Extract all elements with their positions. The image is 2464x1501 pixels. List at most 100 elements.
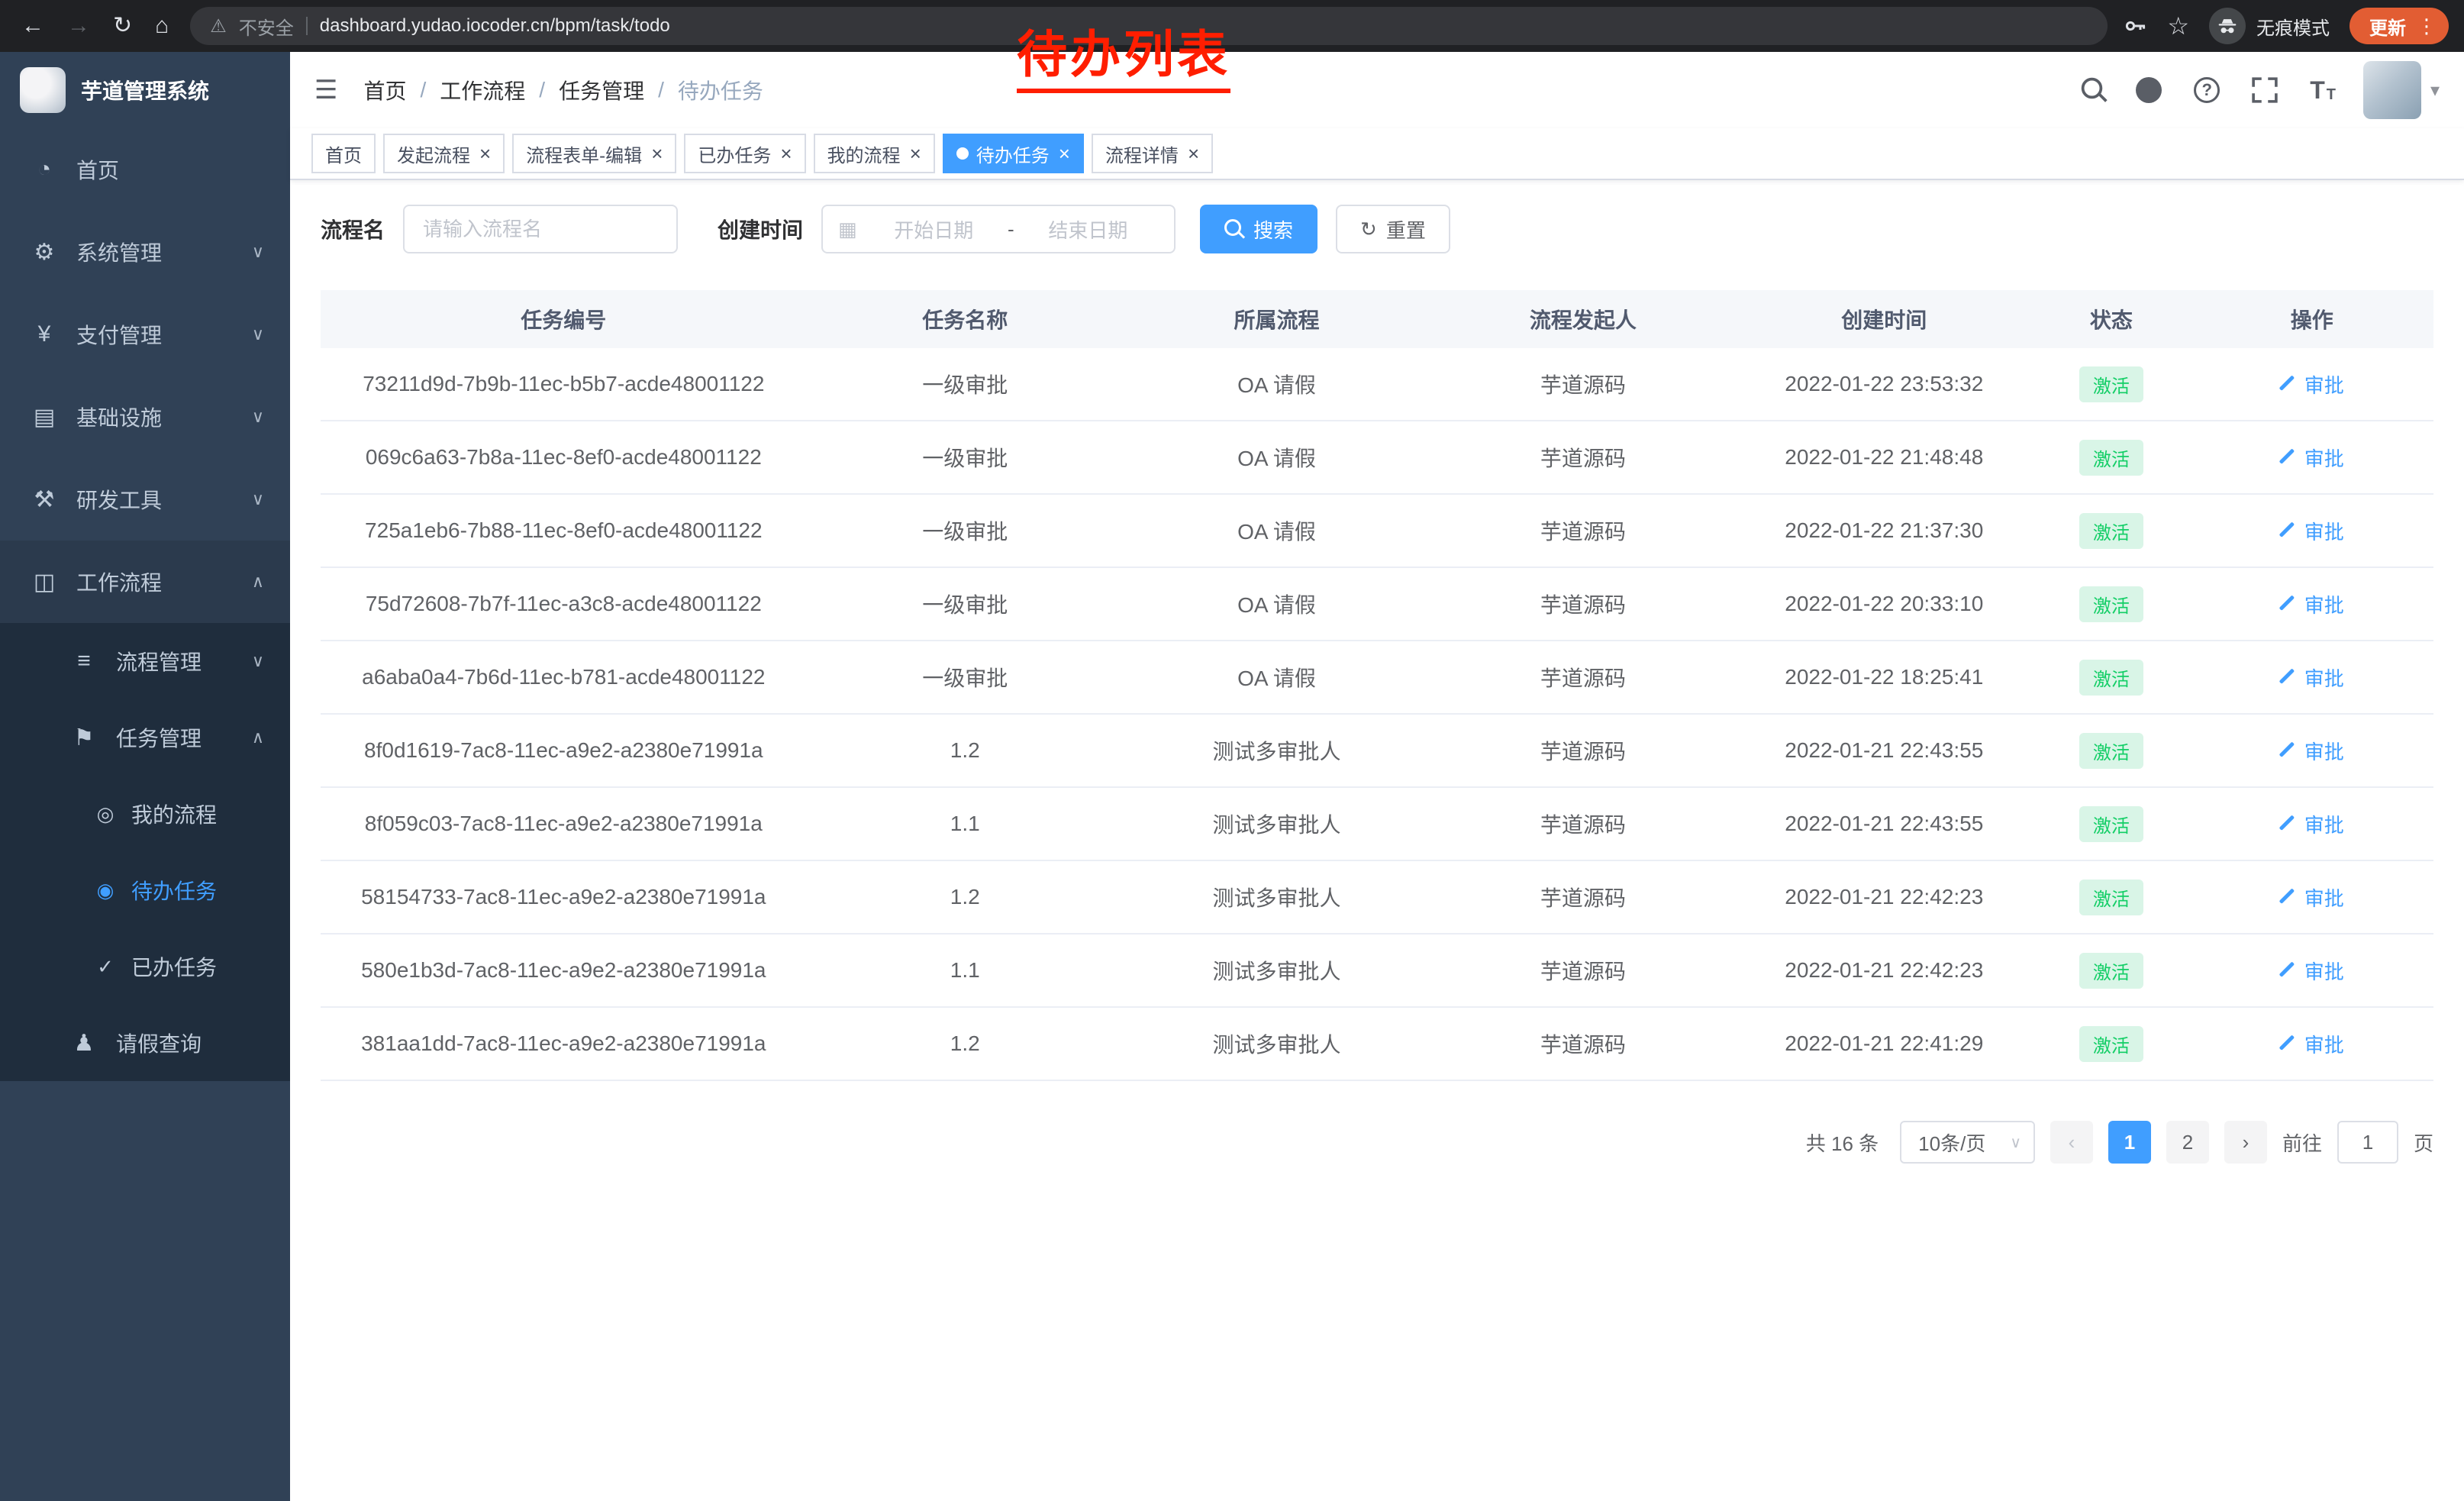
- sidebar-item-label: 支付管理: [76, 319, 162, 350]
- sidebar: 芋道管理系统 ◔首页⚙系统管理∨¥支付管理∨▤基础设施∨⚒研发工具∨◫工作流程∧…: [0, 52, 290, 1501]
- cell-status: 激活: [2032, 1026, 2191, 1062]
- approve-label: 审批: [2304, 737, 2344, 765]
- my-process-icon: ◎: [92, 802, 119, 826]
- warning-icon: ⚠: [210, 15, 227, 37]
- sidebar-item-devtools[interactable]: ⚒研发工具∨: [0, 458, 290, 541]
- approve-label: 审批: [2304, 370, 2344, 399]
- breadcrumb-separator: /: [539, 78, 545, 102]
- search-button[interactable]: 搜索: [1200, 205, 1317, 253]
- approve-link[interactable]: 审批: [2280, 663, 2344, 692]
- approve-link[interactable]: 审批: [2280, 517, 2344, 545]
- date-range-picker[interactable]: ▦ 开始日期 - 结束日期: [821, 205, 1176, 253]
- task-table: 任务编号任务名称所属流程流程发起人创建时间状态操作 73211d9d-7b9b-…: [321, 290, 2433, 1081]
- github-icon[interactable]: [2136, 77, 2162, 103]
- approve-link[interactable]: 审批: [2280, 370, 2344, 399]
- approve-link[interactable]: 审批: [2280, 883, 2344, 912]
- status-badge: 激活: [2079, 880, 2143, 915]
- tab[interactable]: 发起流程×: [383, 134, 505, 173]
- chevron-down-icon: ∨: [2010, 1133, 2021, 1152]
- chevron-down-icon: ∨: [252, 489, 264, 509]
- close-icon[interactable]: ×: [910, 144, 921, 163]
- approve-link[interactable]: 审批: [2280, 957, 2344, 985]
- table-row: 381aa1dd-7ac8-11ec-a9e2-a2380e71991a1.2测…: [321, 1008, 2433, 1081]
- browser-chrome: ←→↻⌂ ⚠ 不安全 dashboard.yudao.iocoder.cn/bp…: [0, 0, 2464, 52]
- back-icon[interactable]: ←: [21, 15, 44, 37]
- cell-task-name: 1.2: [807, 885, 1124, 909]
- sidebar-item-workflow[interactable]: ◫工作流程∧: [0, 541, 290, 623]
- content: 流程名 创建时间 ▦ 开始日期 - 结束日期 搜索 ↻: [290, 180, 2464, 1194]
- sidebar-item-dashboard[interactable]: ◔首页: [0, 128, 290, 211]
- reset-button[interactable]: ↻ 重置: [1336, 205, 1450, 253]
- user-menu[interactable]: ▾: [2363, 61, 2440, 119]
- search-icon[interactable]: [2084, 80, 2104, 100]
- todo-task-icon: ◉: [92, 879, 119, 902]
- page-size-select[interactable]: 10条/页 ∨: [1900, 1121, 2035, 1164]
- prev-page-button[interactable]: ‹: [2050, 1121, 2093, 1164]
- page-button-2[interactable]: 2: [2166, 1121, 2209, 1164]
- start-date-placeholder: 开始日期: [863, 215, 1005, 244]
- breadcrumb-item[interactable]: 首页: [363, 75, 406, 105]
- font-size-icon[interactable]: TT: [2310, 78, 2336, 102]
- cell-action: 审批: [2191, 883, 2433, 912]
- tab[interactable]: 首页: [311, 134, 376, 173]
- cell-process: OA 请假: [1124, 589, 1430, 619]
- approve-label: 审批: [2304, 810, 2344, 838]
- tab[interactable]: 我的流程 ×: [814, 134, 935, 173]
- sidebar-item-gear[interactable]: ⚙系统管理∨: [0, 211, 290, 293]
- status-badge: 激活: [2079, 366, 2143, 402]
- tab[interactable]: 流程详情×: [1092, 134, 1213, 173]
- sidebar-item-my-process[interactable]: ◎我的流程: [0, 776, 290, 852]
- approve-link[interactable]: 审批: [2280, 810, 2344, 838]
- bookmark-star-icon[interactable]: ☆: [2167, 14, 2189, 38]
- menu-dots-icon[interactable]: ⋮: [2417, 15, 2437, 38]
- sidebar-item-process-mgmt[interactable]: ≡流程管理∨: [0, 623, 290, 699]
- approve-link[interactable]: 审批: [2280, 1030, 2344, 1058]
- approve-link[interactable]: 审批: [2280, 590, 2344, 618]
- goto-suffix: 页: [2414, 1128, 2433, 1157]
- close-icon[interactable]: ×: [479, 144, 491, 163]
- pagination: 共 16 条 10条/页 ∨ ‹ 12 › 前往 页: [321, 1121, 2433, 1194]
- breadcrumb-item[interactable]: 工作流程: [440, 75, 525, 105]
- sidebar-item-leave-query[interactable]: ♟请假查询: [0, 1005, 290, 1081]
- goto-page-input[interactable]: [2337, 1121, 2398, 1164]
- process-name-label: 流程名: [321, 214, 385, 244]
- cell-task-name: 一级审批: [807, 442, 1124, 473]
- page-button-1[interactable]: 1: [2108, 1121, 2151, 1164]
- refresh-icon[interactable]: ↻: [113, 15, 132, 37]
- sidebar-item-label: 请假查询: [116, 1028, 202, 1058]
- help-icon[interactable]: ?: [2194, 77, 2220, 103]
- close-icon[interactable]: ×: [1059, 144, 1070, 163]
- fullscreen-icon[interactable]: [2252, 77, 2278, 103]
- sidebar-item-money[interactable]: ¥支付管理∨: [0, 293, 290, 376]
- reset-button-label: 重置: [1386, 215, 1426, 244]
- home-icon[interactable]: ⌂: [155, 15, 169, 37]
- avatar[interactable]: [2363, 61, 2421, 119]
- approve-label: 审批: [2304, 957, 2344, 985]
- sidebar-item-label: 基础设施: [76, 402, 162, 432]
- key-icon[interactable]: [2123, 14, 2147, 38]
- tab[interactable]: 待办任务×: [943, 134, 1084, 173]
- tab[interactable]: 流程表单-编辑×: [512, 134, 676, 173]
- approve-link[interactable]: 审批: [2280, 737, 2344, 765]
- status-badge: 激活: [2079, 1026, 2143, 1062]
- sidebar-item-task-mgmt[interactable]: ⚑任务管理∧: [0, 699, 290, 776]
- process-name-input[interactable]: [403, 205, 678, 253]
- breadcrumb-item[interactable]: 任务管理: [559, 75, 644, 105]
- update-button[interactable]: 更新 ⋮: [2350, 8, 2449, 44]
- cell-task-id: 069c6a63-7b8a-11ec-8ef0-acde48001122: [321, 445, 807, 470]
- close-icon[interactable]: ×: [1188, 144, 1199, 163]
- next-page-button[interactable]: ›: [2224, 1121, 2267, 1164]
- forward-icon[interactable]: →: [67, 15, 90, 37]
- close-icon[interactable]: ×: [780, 144, 792, 163]
- approve-link[interactable]: 审批: [2280, 444, 2344, 472]
- collapse-sidebar-icon[interactable]: ☰: [314, 75, 337, 105]
- sidebar-item-todo-task[interactable]: ◉待办任务: [0, 852, 290, 928]
- close-icon[interactable]: ×: [651, 144, 663, 163]
- sidebar-item-infrastructure[interactable]: ▤基础设施∨: [0, 376, 290, 458]
- tab-label: 我的流程: [827, 140, 901, 167]
- table-row: 725a1eb6-7b88-11ec-8ef0-acde48001122一级审批…: [321, 495, 2433, 568]
- status-badge: 激活: [2079, 953, 2143, 989]
- active-tab-dot: [956, 147, 969, 160]
- tab[interactable]: 已办任务×: [684, 134, 805, 173]
- sidebar-item-done-task[interactable]: ✓已办任务: [0, 928, 290, 1005]
